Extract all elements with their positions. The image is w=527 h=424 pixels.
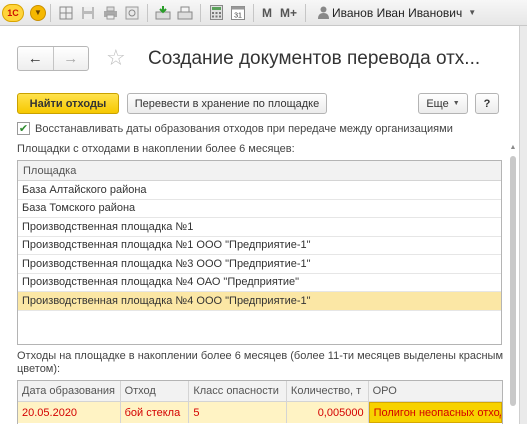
print-icon[interactable] <box>100 3 120 23</box>
toolbar-divider <box>253 3 254 22</box>
more-label: Еще <box>426 97 449 110</box>
toolbar-divider <box>147 3 148 22</box>
list-item[interactable]: Производственная площадка №4 ООО "Предпр… <box>18 292 501 311</box>
sites-column-header[interactable]: Площадка <box>18 161 501 181</box>
window-edge <box>519 26 527 424</box>
navigation-buttons: ← → <box>17 46 89 71</box>
list-item[interactable]: Производственная площадка №1 ООО "Предпр… <box>18 237 501 255</box>
memory-button[interactable]: M <box>262 3 272 23</box>
list-item[interactable]: Производственная площадка №3 ООО "Предпр… <box>18 255 501 274</box>
list-item[interactable]: База Томского района <box>18 200 501 218</box>
restore-dates-label: Восстанавливать даты образования отходов… <box>35 122 453 135</box>
toolbar-divider <box>50 3 51 22</box>
restore-dates-checkbox[interactable]: ✔ <box>17 122 30 135</box>
preview-icon[interactable] <box>122 3 142 23</box>
toolbar-divider <box>305 3 307 22</box>
cell-date[interactable]: 20.05.2020 <box>18 402 121 423</box>
favorite-star-icon[interactable]: ☆ <box>106 45 126 71</box>
cell-waste[interactable]: бой стекла <box>121 402 190 423</box>
main-menu-icon[interactable]: ▼ <box>30 4 46 21</box>
waste-caption-continued: цветом): <box>17 363 61 375</box>
move-to-storage-button[interactable]: Перевести в хранение по площадке <box>127 93 327 114</box>
sites-table-body: База Алтайского района База Томского райо… <box>18 181 501 311</box>
toolbar-divider <box>200 3 201 22</box>
waste-caption: Отходы на площадке в накоплении более 6 … <box>17 350 504 362</box>
find-waste-button[interactable]: Найти отходы <box>17 93 119 114</box>
column-header-hazard-class[interactable]: Класс опасности <box>189 381 287 401</box>
list-item[interactable]: Производственная площадка №1 <box>18 218 501 237</box>
column-header-oro[interactable]: ОРО <box>369 381 502 401</box>
forward-button[interactable]: → <box>54 47 89 70</box>
column-header-quantity[interactable]: Количество, т <box>287 381 369 401</box>
restore-dates-option[interactable]: ✔ Восстанавливать даты образования отход… <box>17 122 453 135</box>
chevron-down-icon[interactable]: ▼ <box>468 8 476 17</box>
cell-hazard-class[interactable]: 5 <box>189 402 287 423</box>
column-header-date[interactable]: Дата образования <box>18 381 121 401</box>
sites-caption: Площадки с отходами в накоплении более 6… <box>17 143 295 155</box>
chevron-down-icon: ▼ <box>452 100 460 107</box>
export-icon[interactable] <box>175 3 195 23</box>
app-logo-icon[interactable]: 1С <box>2 3 24 22</box>
svg-text:31: 31 <box>234 13 242 20</box>
scrollbar-thumb[interactable] <box>510 156 516 406</box>
user-name[interactable]: Иванов Иван Иванович <box>332 6 462 20</box>
column-header-waste[interactable]: Отход <box>121 381 190 401</box>
window-toolbar: 1С ▼ 31 M M+ Иванов Иван Иванович ▼ <box>0 0 527 26</box>
vertical-scrollbar[interactable]: ▲ <box>507 142 519 424</box>
list-item[interactable]: База Алтайского района <box>18 181 501 200</box>
import-icon[interactable] <box>153 3 173 23</box>
grid-icon[interactable] <box>56 3 76 23</box>
scroll-up-icon[interactable]: ▲ <box>507 142 519 152</box>
list-item[interactable]: Производственная площадка №4 ОАО "Предпр… <box>18 274 501 292</box>
form-title: Создание документов перевода отх... <box>148 48 481 69</box>
waste-table-header: Дата образования Отход Класс опасности К… <box>18 381 502 402</box>
user-icon <box>316 3 330 23</box>
help-button[interactable]: ? <box>475 93 499 114</box>
waste-table: Дата образования Отход Класс опасности К… <box>17 380 503 424</box>
memory-plus-button[interactable]: M+ <box>280 3 297 23</box>
table-row[interactable]: 20.05.2020 бой стекла 5 0,005000 Полигон… <box>18 402 502 423</box>
calculator-icon[interactable] <box>206 3 226 23</box>
calendar-icon[interactable]: 31 <box>228 3 248 23</box>
cell-oro[interactable]: Полигон неопасных отходов <box>368 402 502 423</box>
save-icon[interactable] <box>78 3 98 23</box>
sites-table: Площадка База Алтайского района База Томс… <box>17 160 502 345</box>
cell-quantity[interactable]: 0,005000 <box>287 402 369 423</box>
back-button[interactable]: ← <box>18 47 54 70</box>
more-menu-button[interactable]: Еще ▼ <box>418 93 468 114</box>
